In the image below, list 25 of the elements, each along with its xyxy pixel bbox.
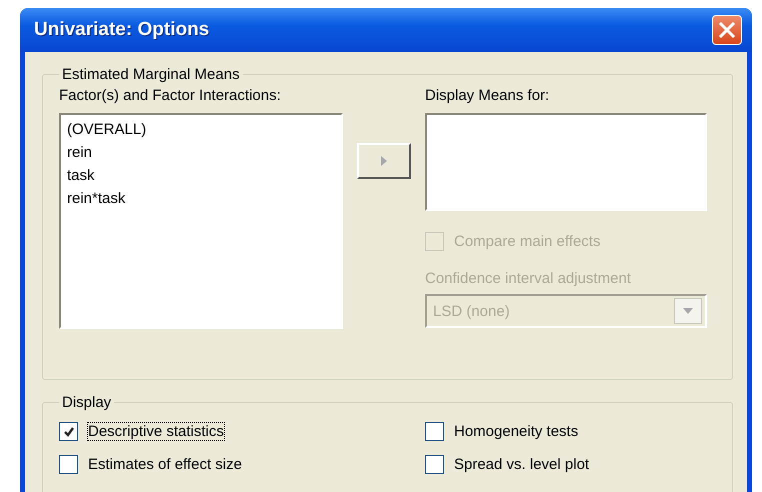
list-label: Factor(s) and Factor Interactions: (59, 87, 282, 106)
arrow-right-icon (380, 155, 388, 167)
list-item[interactable]: rein (67, 141, 335, 164)
factors-list[interactable]: (OVERALL) rein task rein*task (59, 113, 343, 329)
group-title: Estimated Marginal Means (61, 66, 241, 83)
checkbox[interactable] (425, 455, 444, 474)
checkbox[interactable] (59, 422, 78, 441)
checkbox[interactable] (425, 422, 444, 441)
checkbox-label: Homogeneity tests (454, 423, 578, 440)
checkbox-label: Estimates of effect size (88, 456, 242, 473)
display-means-list[interactable] (425, 113, 707, 211)
dropdown-label: Confidence interval adjustment (425, 270, 632, 289)
close-button[interactable] (712, 15, 742, 45)
list-item[interactable]: task (67, 164, 335, 187)
checkbox-label: Compare main effects (454, 233, 600, 250)
group-title: Display (61, 394, 112, 411)
window-title: Univariate: Options (34, 19, 210, 41)
checkbox[interactable] (59, 455, 78, 474)
list-item[interactable]: (OVERALL) (67, 118, 335, 141)
checkbox-label: Descriptive statistics (88, 423, 224, 440)
check-icon (62, 426, 74, 438)
close-icon (718, 21, 736, 39)
list-item[interactable]: rein*task (67, 187, 335, 210)
list-label: Display Means for: (425, 87, 550, 106)
checkbox-label: Spread vs. level plot (454, 456, 590, 473)
